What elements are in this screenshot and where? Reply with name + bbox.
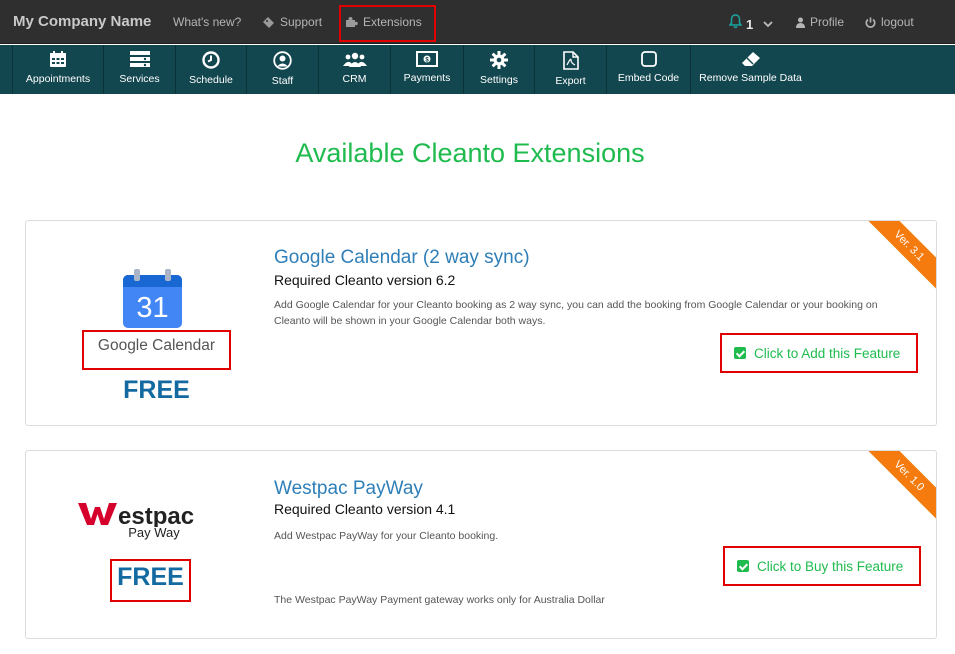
toolbar-export[interactable]: Export xyxy=(535,45,607,94)
calendar-day-text: 31 xyxy=(136,292,168,324)
toolbar-services[interactable]: Services xyxy=(104,45,176,94)
add-feature-button-label: Click to Add this Feature xyxy=(754,345,901,361)
extension-requirement: Required Cleanto version 4.1 xyxy=(274,501,456,517)
extension-title[interactable]: Westpac PayWay xyxy=(274,478,423,500)
puzzle-icon xyxy=(345,16,358,28)
eraser-icon xyxy=(741,51,761,67)
toolbar-appointments[interactable]: Appointments xyxy=(12,45,104,94)
toolbar-payments[interactable]: $ Payments xyxy=(391,45,464,94)
price-label: FREE xyxy=(123,376,190,404)
toolbar-remove-sample-data-label: Remove Sample Data xyxy=(699,72,802,84)
gear-icon xyxy=(490,51,508,69)
nav-logout-label: logout xyxy=(881,15,914,29)
users-group-icon xyxy=(342,51,367,68)
toolbar-settings-label: Settings xyxy=(480,74,518,86)
calendar-icon xyxy=(49,51,67,68)
toolbar-settings[interactable]: Settings xyxy=(464,45,535,94)
nav-profile-label: Profile xyxy=(810,15,845,29)
nav-extensions[interactable]: Extensions xyxy=(345,15,422,29)
toolbar-schedule-label: Schedule xyxy=(189,74,233,86)
bell-icon xyxy=(728,14,743,34)
extension-card-westpac-payway: Ver. 1.0 estpac Pay Way FREE Westpac Pay… xyxy=(25,450,937,639)
toolbar-remove-sample-data[interactable]: Remove Sample Data xyxy=(691,45,810,94)
notification-count: 1 xyxy=(746,16,754,32)
brand-name[interactable]: My Company Name xyxy=(13,13,151,30)
nav-extensions-label: Extensions xyxy=(363,15,422,29)
toolbar-crm-label: CRM xyxy=(342,73,367,85)
toolbar-services-label: Services xyxy=(119,73,160,85)
extension-description: Add Google Calendar for your Cleanto boo… xyxy=(274,299,878,327)
toolbar-staff[interactable]: Staff xyxy=(247,45,319,94)
checkbox-icon xyxy=(734,347,746,359)
top-navbar: My Company Name What's new? Support Exte… xyxy=(0,0,955,44)
extension-title[interactable]: Google Calendar (2 way sync) xyxy=(274,247,530,269)
toolbar-crm[interactable]: CRM xyxy=(319,45,391,94)
notifications[interactable]: 1 xyxy=(728,14,773,34)
westpac-logo: estpac xyxy=(78,501,230,527)
toolbar-schedule[interactable]: Schedule xyxy=(176,45,247,94)
nav-support[interactable]: Support xyxy=(262,15,322,29)
westpac-logo-subtext: Pay Way xyxy=(128,525,180,540)
user-icon xyxy=(796,17,805,28)
westpac-logo-text: estpac xyxy=(118,503,194,527)
nav-whats-new-label: What's new? xyxy=(173,15,242,29)
money-icon: $ xyxy=(416,51,438,67)
main-toolbar: Appointments Services Schedule Staff CRM… xyxy=(0,45,955,94)
extension-description: Add Westpac PayWay for your Cleanto book… xyxy=(274,530,499,542)
toolbar-payments-label: Payments xyxy=(403,72,451,84)
nav-logout[interactable]: logout xyxy=(865,15,914,29)
nav-whats-new[interactable]: What's new? xyxy=(173,15,241,29)
ticket-icon xyxy=(262,16,275,28)
buy-feature-button[interactable]: Click to Buy this Feature xyxy=(723,546,921,586)
toolbar-embed-code[interactable]: Embed Code xyxy=(607,45,691,94)
google-calendar-logo: 31 xyxy=(123,269,182,328)
extension-note: The Westpac PayWay Payment gateway works… xyxy=(274,594,605,606)
toolbar-staff-label: Staff xyxy=(271,75,294,87)
square-icon xyxy=(640,51,657,67)
nav-profile[interactable]: Profile xyxy=(796,15,844,29)
services-icon xyxy=(129,51,150,68)
add-feature-button[interactable]: Click to Add this Feature xyxy=(720,333,918,373)
chevron-down-icon xyxy=(763,15,773,33)
extension-card-google-calendar: Ver. 3.1 31 Google Calendar FREE Google … xyxy=(25,220,937,426)
user-circle-icon xyxy=(273,51,292,70)
toolbar-export-label: Export xyxy=(555,75,586,87)
power-icon xyxy=(865,17,876,28)
version-ribbon: Ver. 3.1 xyxy=(862,221,936,293)
clock-icon xyxy=(202,51,220,69)
extension-requirement: Required Cleanto version 6.2 xyxy=(274,272,456,288)
google-calendar-logo-text: Google Calendar xyxy=(97,337,216,354)
page-title: Available Cleanto Extensions xyxy=(295,138,645,168)
toolbar-embed-code-label: Embed Code xyxy=(617,72,680,84)
toolbar-appointments-label: Appointments xyxy=(25,73,91,85)
nav-support-label: Support xyxy=(280,15,323,29)
checkbox-icon xyxy=(737,560,749,572)
buy-feature-button-label: Click to Buy this Feature xyxy=(757,558,904,574)
price-label: FREE xyxy=(117,563,184,591)
pdf-file-icon xyxy=(562,51,579,70)
version-ribbon: Ver. 1.0 xyxy=(862,451,936,523)
